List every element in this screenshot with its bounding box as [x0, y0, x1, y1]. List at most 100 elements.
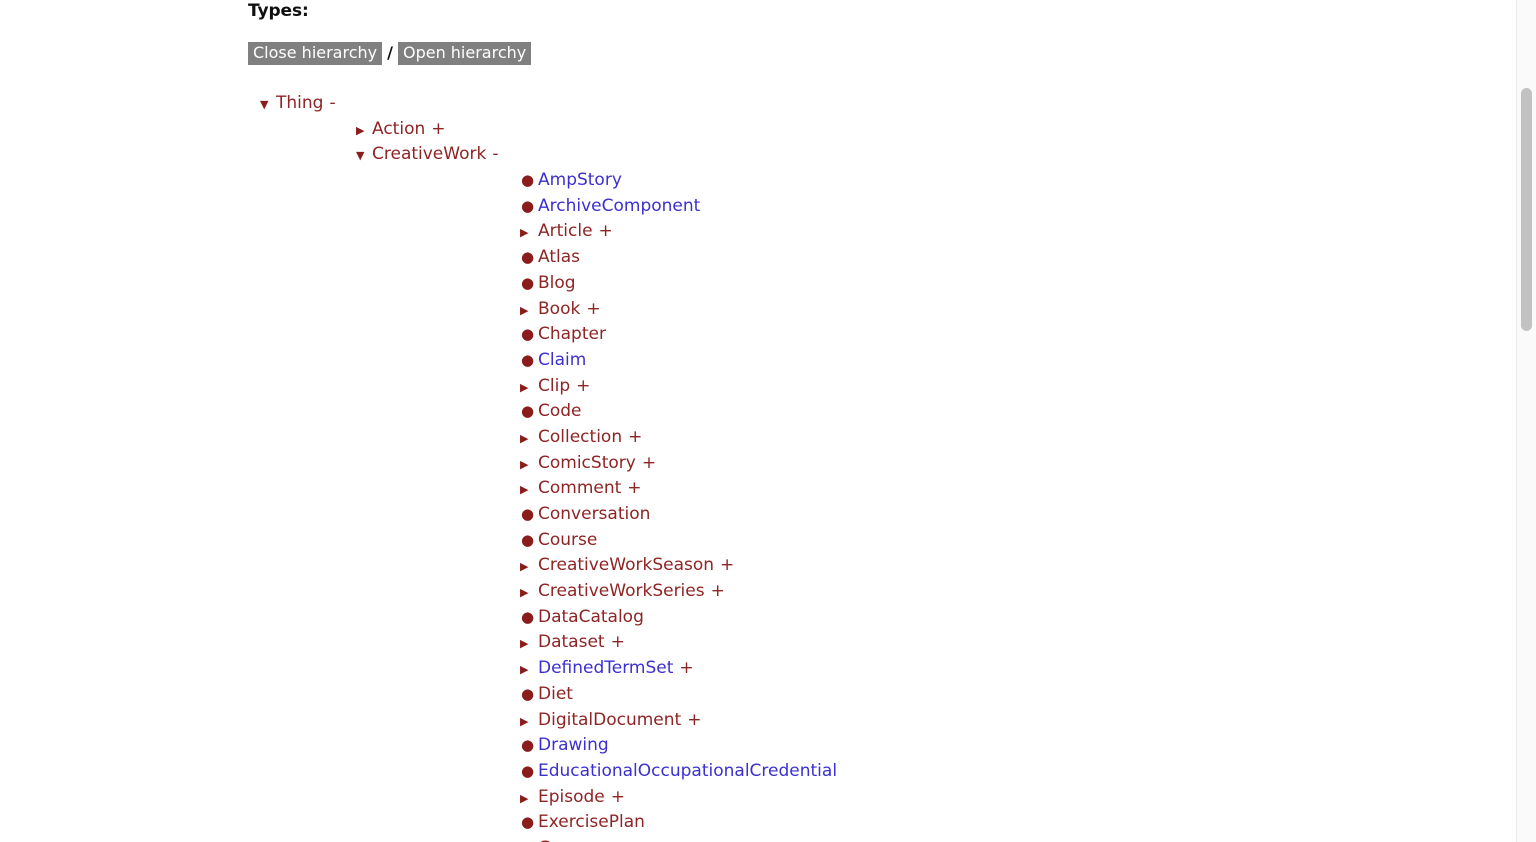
triangle-down-icon[interactable]: ▼	[260, 92, 276, 118]
tree-node-label[interactable]: EducationalOccupationalCredential	[538, 759, 837, 785]
tree-node-comicstory[interactable]: ▶ ComicStory +	[248, 451, 1516, 477]
tree-node-label[interactable]: DefinedTermSet	[538, 656, 673, 682]
triangle-right-icon[interactable]: ▶	[356, 118, 372, 144]
tree-node-label[interactable]: Collection	[538, 425, 622, 451]
tree-node-conversation[interactable]: ● Conversation	[248, 502, 1516, 528]
triangle-right-icon[interactable]: ▶	[520, 837, 538, 842]
tree-node-collection[interactable]: ▶ Collection +	[248, 425, 1516, 451]
tree-node-educationaloccupationalcredential[interactable]: ● EducationalOccupationalCredential	[248, 759, 1516, 785]
close-hierarchy-button[interactable]: Close hierarchy	[248, 41, 383, 65]
tree-node-creativework[interactable]: ▼ CreativeWork -	[248, 142, 1516, 168]
tree-node-label[interactable]: CreativeWork	[372, 142, 486, 168]
tree-node-action[interactable]: ▶ Action +	[248, 117, 1516, 143]
triangle-down-icon[interactable]: ▼	[356, 143, 372, 169]
tree-node-creativeworkseason[interactable]: ▶ CreativeWorkSeason +	[248, 553, 1516, 579]
tree-node-comment[interactable]: ▶ Comment +	[248, 476, 1516, 502]
tree-node-label[interactable]: Code	[538, 399, 582, 425]
tree-node-label[interactable]: ExercisePlan	[538, 810, 645, 836]
tree-node-label[interactable]: Action	[372, 117, 425, 143]
triangle-right-icon[interactable]: ▶	[520, 709, 538, 735]
tree-node-label[interactable]: Atlas	[538, 245, 580, 271]
collapse-sign[interactable]: -	[486, 142, 498, 168]
triangle-right-icon[interactable]: ▶	[520, 580, 538, 606]
triangle-right-icon[interactable]: ▶	[520, 426, 538, 452]
tree-node-code[interactable]: ● Code	[248, 399, 1516, 425]
expand-sign[interactable]: +	[589, 836, 609, 842]
collapse-sign[interactable]: -	[323, 91, 335, 117]
tree-node-label[interactable]: Dataset	[538, 630, 605, 656]
tree-node-archivecomponent[interactable]: ● ArchiveComponent	[248, 194, 1516, 220]
content-column: Types: Close hierarchy / Open hierarchy …	[0, 0, 1516, 842]
tree-node-label[interactable]: Thing	[276, 91, 323, 117]
triangle-right-icon[interactable]: ▶	[520, 657, 538, 683]
tree-node-label[interactable]: CreativeWorkSeason	[538, 553, 714, 579]
tree-node-label[interactable]: DigitalDocument	[538, 708, 681, 734]
expand-sign[interactable]: +	[580, 297, 600, 323]
expand-sign[interactable]: +	[673, 656, 693, 682]
tree-node-claim[interactable]: ● Claim	[248, 348, 1516, 374]
triangle-right-icon[interactable]: ▶	[520, 298, 538, 324]
expand-sign[interactable]: +	[425, 117, 445, 143]
tree-node-label[interactable]: ArchiveComponent	[538, 194, 700, 220]
expand-sign[interactable]: +	[636, 451, 656, 477]
triangle-right-icon[interactable]: ▶	[520, 554, 538, 580]
triangle-right-icon[interactable]: ▶	[520, 477, 538, 503]
expand-sign[interactable]: +	[714, 553, 734, 579]
tree-node-course[interactable]: ● Course	[248, 528, 1516, 554]
triangle-right-icon[interactable]: ▶	[520, 631, 538, 657]
tree-node-diet[interactable]: ● Diet	[248, 682, 1516, 708]
tree-node-label[interactable]: Book	[538, 297, 580, 323]
expand-sign[interactable]: +	[593, 219, 613, 245]
tree-node-label[interactable]: DataCatalog	[538, 605, 644, 631]
tree-node-label[interactable]: Conversation	[538, 502, 650, 528]
tree-node-label[interactable]: ComicStory	[538, 451, 636, 477]
tree-node-digitaldocument[interactable]: ▶ DigitalDocument +	[248, 708, 1516, 734]
expand-sign[interactable]: +	[681, 708, 701, 734]
expand-sign[interactable]: +	[605, 785, 625, 811]
tree-node-label[interactable]: Diet	[538, 682, 573, 708]
tree-node-label[interactable]: Chapter	[538, 322, 606, 348]
tree-node-chapter[interactable]: ● Chapter	[248, 322, 1516, 348]
tree-node-clip[interactable]: ▶ Clip +	[248, 374, 1516, 400]
tree-node-label[interactable]: Drawing	[538, 733, 609, 759]
tree-node-label[interactable]: AmpStory	[538, 168, 622, 194]
vertical-scrollbar[interactable]	[1516, 0, 1536, 842]
tree-node-article[interactable]: ▶ Article +	[248, 219, 1516, 245]
tree-node-label[interactable]: Clip	[538, 374, 570, 400]
tree-node-ampstory[interactable]: ● AmpStory	[248, 168, 1516, 194]
tree-node-book[interactable]: ▶ Book +	[248, 297, 1516, 323]
triangle-right-icon[interactable]: ▶	[520, 220, 538, 246]
expand-sign[interactable]: +	[622, 425, 642, 451]
tree-node-episode[interactable]: ▶ Episode +	[248, 785, 1516, 811]
tree-node-label[interactable]: Claim	[538, 348, 586, 374]
expand-sign[interactable]: +	[621, 476, 641, 502]
tree-node-datacatalog[interactable]: ● DataCatalog	[248, 605, 1516, 631]
triangle-right-icon[interactable]: ▶	[520, 375, 538, 401]
expand-sign[interactable]: +	[570, 374, 590, 400]
tree-node-label[interactable]: CreativeWorkSeries	[538, 579, 705, 605]
tree-node-label[interactable]: Article	[538, 219, 593, 245]
tree-node-exerciseplan[interactable]: ● ExercisePlan	[248, 810, 1516, 836]
open-hierarchy-button[interactable]: Open hierarchy	[397, 41, 532, 65]
bullet-icon: ●	[521, 530, 535, 549]
page-title: Types:	[248, 1, 309, 21]
triangle-right-icon[interactable]: ▶	[520, 452, 538, 478]
tree-node-game[interactable]: ▶Game+	[248, 836, 1516, 842]
tree-node-atlas[interactable]: ● Atlas	[248, 245, 1516, 271]
expand-sign[interactable]: +	[605, 630, 625, 656]
tree-node-creativeworkseries[interactable]: ▶ CreativeWorkSeries +	[248, 579, 1516, 605]
tree-node-definedtermset[interactable]: ▶ DefinedTermSet +	[248, 656, 1516, 682]
tree-node-dataset[interactable]: ▶ Dataset +	[248, 630, 1516, 656]
tree-node-drawing[interactable]: ● Drawing	[248, 733, 1516, 759]
scrollbar-thumb[interactable]	[1521, 88, 1532, 331]
tree-node-label[interactable]: Blog	[538, 271, 576, 297]
tree-node-thing[interactable]: ▼ Thing -	[248, 91, 1516, 117]
tree-node-label[interactable]: Comment	[538, 476, 621, 502]
triangle-right-icon[interactable]: ▶	[520, 786, 538, 812]
tree-node-label[interactable]: Course	[538, 528, 597, 554]
expand-sign[interactable]: +	[705, 579, 725, 605]
tree-node-label[interactable]: Game	[538, 836, 589, 842]
bullet-icon: ●	[521, 248, 535, 267]
tree-node-blog[interactable]: ● Blog	[248, 271, 1516, 297]
tree-node-label[interactable]: Episode	[538, 785, 605, 811]
